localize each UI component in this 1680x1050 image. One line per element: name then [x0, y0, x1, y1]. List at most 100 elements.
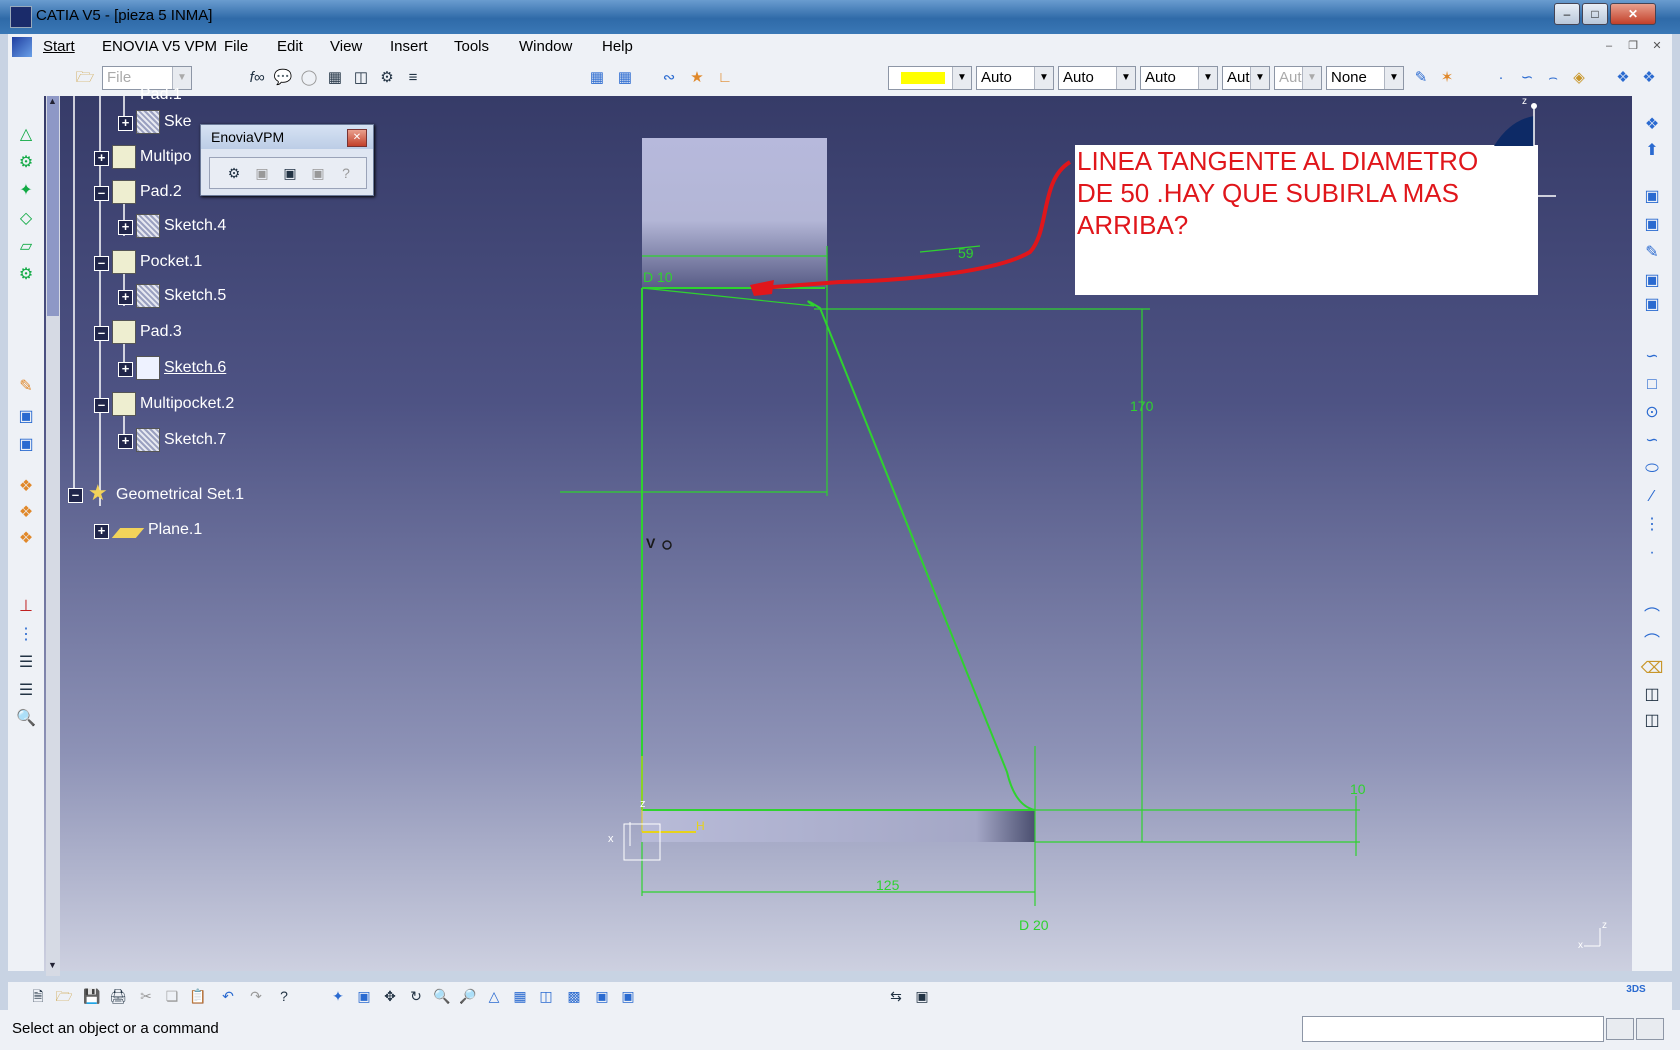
comment-icon[interactable]: 💬 — [272, 68, 294, 88]
hide-show-icon[interactable]: ▣ — [592, 986, 612, 1006]
tree-item-sketch-5[interactable]: Sketch.5 — [164, 287, 226, 305]
whats-this-icon[interactable]: ? — [274, 986, 294, 1006]
macro-icon[interactable]: ⚙ — [376, 68, 398, 88]
corner-tool-icon[interactable]: ⌒ — [1640, 606, 1664, 628]
tree-tool-icon[interactable]: ☰ — [14, 680, 38, 702]
formula-icon[interactable]: f∞ — [246, 68, 268, 88]
tree-item-geometrical-set-1[interactable]: Geometrical Set.1 — [116, 486, 244, 504]
tree-item-sketch[interactable]: Ske — [164, 113, 192, 131]
scroll-up-arrow-icon[interactable]: ▲ — [48, 96, 57, 106]
zoom-out-icon[interactable]: 🔎 — [458, 986, 478, 1006]
tree-item-pad-1[interactable]: Pad.1 — [140, 86, 182, 104]
tree-item-sketch-4[interactable]: Sketch.4 — [164, 217, 226, 235]
shading-icon[interactable]: ▩ — [564, 986, 584, 1006]
multi-view-icon[interactable]: ▦ — [510, 986, 530, 1006]
positioned-sketch-icon[interactable]: ❖ — [1640, 114, 1664, 136]
zoom-in-icon[interactable]: 🔍 — [432, 986, 452, 1006]
menu-help[interactable]: Help — [602, 38, 633, 55]
expand-icon[interactable]: + — [118, 220, 133, 235]
rectangle-tool-icon[interactable]: □ — [1640, 374, 1664, 396]
expand-icon[interactable]: + — [118, 362, 133, 377]
list-tool-icon[interactable]: ☰ — [14, 652, 38, 674]
pocket-tool-icon[interactable]: ◇ — [14, 208, 38, 230]
scaling-tool-icon[interactable]: ❖ — [14, 528, 38, 550]
symmetry-tool-icon[interactable]: ◫ — [1640, 684, 1664, 706]
fit-all-icon[interactable]: ▣ — [354, 986, 374, 1006]
cut-icon[interactable]: ✂ — [136, 986, 156, 1006]
fly-mode-icon[interactable]: ✦ — [328, 986, 348, 1006]
trim-tool-icon[interactable]: ▣ — [1640, 294, 1664, 316]
enovia-palette-header[interactable]: EnoviaVPM ✕ — [201, 125, 373, 149]
enovia-save-icon[interactable]: ▣ — [252, 163, 272, 183]
menu-start[interactable]: Start — [43, 38, 75, 55]
measure-tool-icon[interactable]: ⋮ — [14, 624, 38, 646]
tree-item-multipocket-2[interactable]: Multipocket.2 — [140, 395, 234, 413]
tree-item-sketch-6[interactable]: Sketch.6 — [164, 359, 226, 377]
compass[interactable]: z — [1490, 96, 1630, 206]
pad-tool-icon[interactable]: ✦ — [14, 180, 38, 202]
linetype-combo[interactable]: Auto ▼ — [976, 66, 1054, 90]
maximize-button[interactable]: □ — [1582, 3, 1608, 25]
search-tool-icon[interactable]: 🔍 — [14, 708, 38, 730]
fillet-tool-icon[interactable]: ▣ — [14, 406, 38, 428]
chamfer-tool-icon[interactable]: ▣ — [14, 434, 38, 456]
enovia-open-icon[interactable]: ▣ — [280, 163, 300, 183]
surface-icon[interactable]: ⌢ — [1542, 68, 1564, 88]
sketch-tools-icon[interactable]: ❖ — [1612, 68, 1634, 88]
sketch-view-icon[interactable]: ▣ — [912, 986, 932, 1006]
collapse-icon[interactable]: – — [94, 398, 109, 413]
normal-view-icon[interactable]: △ — [484, 986, 504, 1006]
geometric-constraint-icon[interactable]: ★ — [686, 68, 708, 88]
axis-tool-icon[interactable]: ⋮ — [1640, 514, 1664, 536]
constraint-tool-icon[interactable]: ⊥ — [14, 596, 38, 618]
copy-icon[interactable]: ❏ — [162, 986, 182, 1006]
command-button[interactable] — [1606, 1018, 1634, 1040]
tree-item-plane-1[interactable]: Plane.1 — [148, 521, 202, 539]
project-tool-icon[interactable]: ✎ — [1640, 242, 1664, 264]
menu-view[interactable]: View — [330, 38, 362, 55]
minimize-button[interactable]: – — [1554, 3, 1580, 25]
close-button[interactable]: ✕ — [1610, 3, 1656, 25]
snap-grid-icon[interactable]: ▦ — [614, 68, 636, 88]
ellipse-tool-icon[interactable]: ⬭ — [1640, 458, 1664, 480]
compass-handle[interactable] — [1531, 103, 1537, 109]
collapse-icon[interactable]: – — [94, 256, 109, 271]
iso-view-icon[interactable]: ◫ — [536, 986, 556, 1006]
sketch-analysis-icon[interactable]: ❖ — [1638, 68, 1660, 88]
expand-icon[interactable]: + — [118, 116, 133, 131]
tree-item-pad-3[interactable]: Pad.3 — [140, 323, 182, 341]
circle-tool-icon[interactable]: ⊙ — [1640, 402, 1664, 424]
dim-small-offset[interactable]: 10 — [1350, 781, 1366, 797]
thickness-combo[interactable]: Auto ▼ — [1058, 66, 1136, 90]
sketch-tool-icon[interactable]: ✎ — [14, 376, 38, 398]
table-icon[interactable]: ▦ — [324, 68, 346, 88]
tree-item-sketch-7[interactable]: Sketch.7 — [164, 431, 226, 449]
save-icon[interactable]: 💾 — [82, 986, 102, 1006]
dim-bottom-length[interactable]: 125 — [876, 877, 900, 893]
menu-edit[interactable]: Edit — [277, 38, 303, 55]
dim-height[interactable]: 170 — [1130, 398, 1154, 414]
rotate-icon[interactable]: ↻ — [406, 986, 426, 1006]
menu-enovia[interactable]: ENOVIA V5 VPM — [102, 38, 217, 55]
scrollbar-thumb[interactable] — [47, 96, 59, 316]
settings-icon[interactable]: ⚙ — [14, 152, 38, 174]
curve-icon[interactable]: ∽ — [1516, 68, 1538, 88]
swap-visible-icon[interactable]: ▣ — [618, 986, 638, 1006]
eraser-tool-icon[interactable]: ⌫ — [1640, 658, 1664, 680]
menu-tools[interactable]: Tools — [454, 38, 489, 55]
expand-icon[interactable]: + — [94, 151, 109, 166]
collapse-icon[interactable]: – — [68, 488, 83, 503]
polyline-tool-icon[interactable]: ∽ — [1640, 346, 1664, 368]
point-tool-icon[interactable]: · — [1640, 542, 1664, 564]
line-tool-icon[interactable]: ∕ — [1640, 486, 1664, 508]
new-icon[interactable]: 🗎 — [28, 986, 48, 1006]
painter-icon[interactable]: ✎ — [1410, 68, 1432, 88]
catia-app-icon[interactable] — [10, 6, 32, 28]
layer-combo[interactable]: Aut ▼ — [1222, 66, 1270, 90]
cut-part-icon[interactable]: ⇆ — [886, 986, 906, 1006]
exit-workbench-icon[interactable]: △ — [14, 124, 38, 146]
layer2-combo[interactable]: Aut ▼ — [1274, 66, 1322, 90]
tree-item-pocket-1[interactable]: Pocket.1 — [140, 253, 202, 271]
paste-icon[interactable]: 📋 — [188, 986, 208, 1006]
point-combo[interactable]: Auto ▼ — [1140, 66, 1218, 90]
